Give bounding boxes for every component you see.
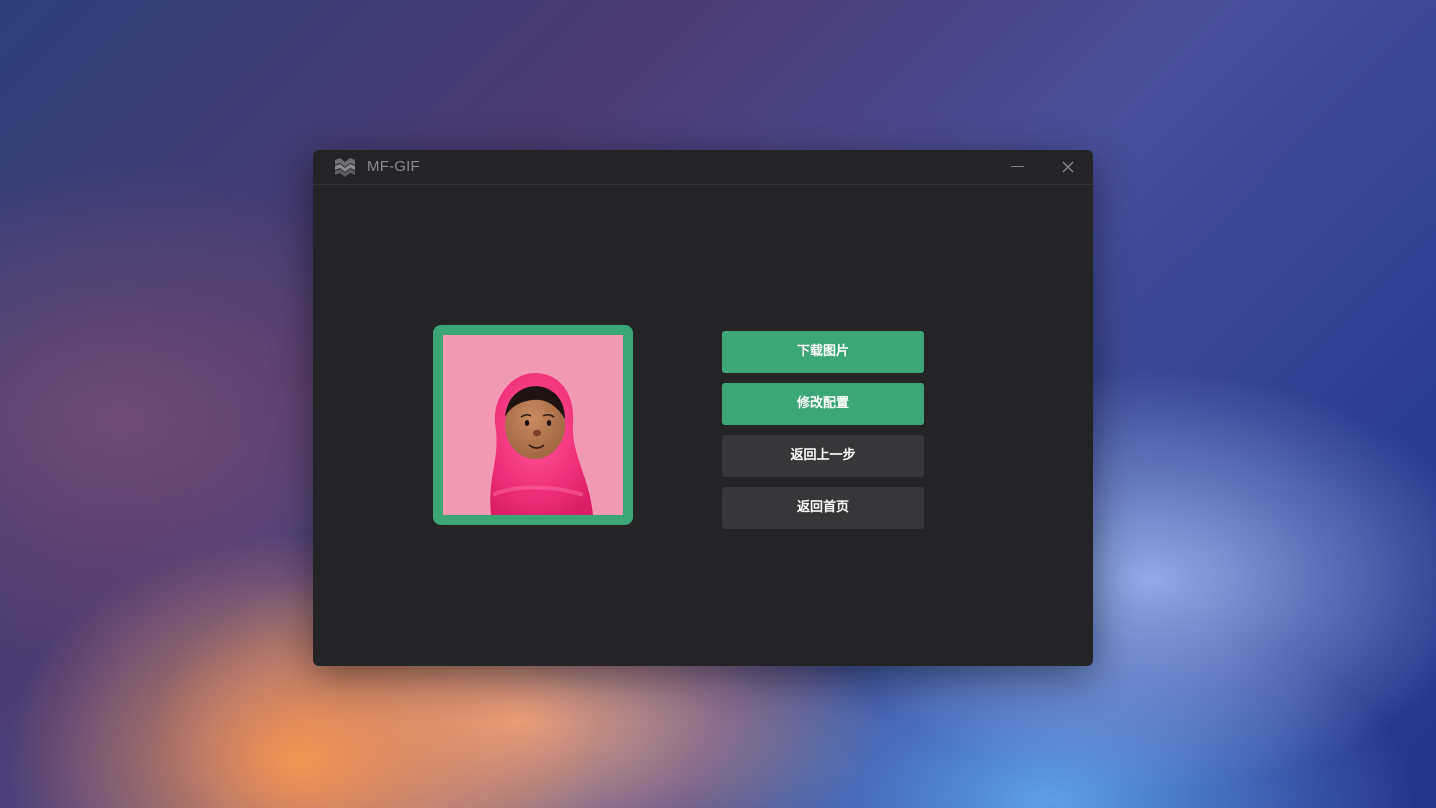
minimize-button[interactable] [1003, 154, 1033, 180]
back-button[interactable]: 返回上一步 [722, 435, 924, 477]
app-title: MF-GIF [367, 158, 420, 175]
avatar-illustration [443, 335, 623, 515]
minimize-icon [1011, 166, 1024, 167]
gif-preview-image [443, 335, 623, 515]
close-button[interactable] [1053, 154, 1083, 180]
download-image-button[interactable]: 下载图片 [722, 331, 924, 373]
mf-logo-icon [335, 158, 355, 177]
home-button[interactable]: 返回首页 [722, 487, 924, 529]
title-bar[interactable]: MF-GIF [313, 150, 1093, 185]
edit-config-button[interactable]: 修改配置 [722, 383, 924, 425]
close-icon [1062, 161, 1074, 173]
action-buttons: 下载图片 修改配置 返回上一步 返回首页 [722, 331, 924, 539]
gif-preview-frame [433, 325, 633, 525]
app-window: MF-GIF 下载图片 修改配置 返回上一步 返回首页 [313, 150, 1093, 666]
desktop-wallpaper: MF-GIF 下载图片 修改配置 返回上一步 返回首页 [0, 0, 1436, 808]
